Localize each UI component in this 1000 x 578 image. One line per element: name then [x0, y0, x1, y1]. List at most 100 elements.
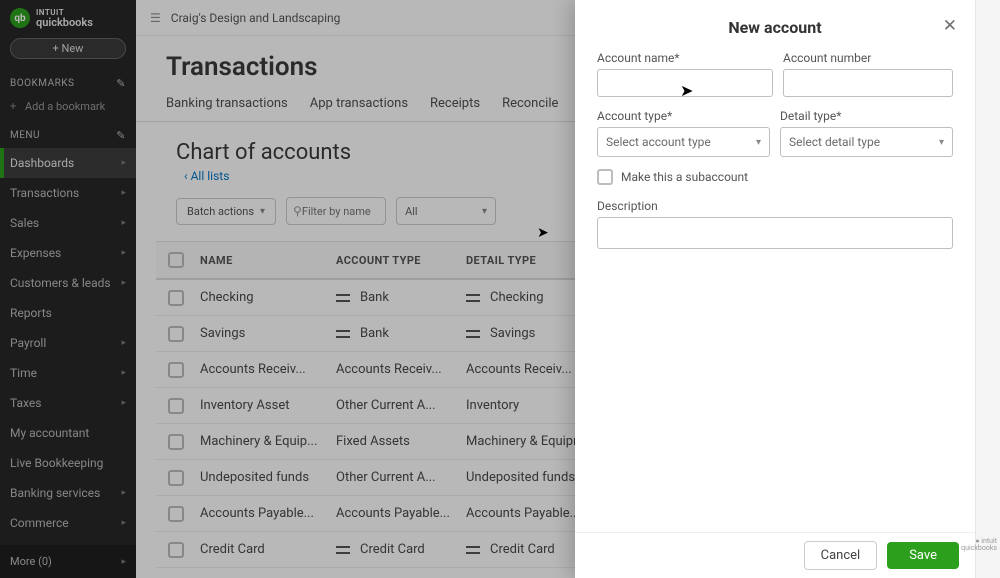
cell-name: Accounts Payable...: [196, 506, 336, 521]
sidebar-item-my-accountant[interactable]: My accountant: [0, 418, 136, 448]
row-checkbox[interactable]: [168, 506, 184, 522]
tab-reconcile[interactable]: Reconcile: [502, 96, 558, 121]
more-label: More (0): [10, 555, 52, 568]
filter-select[interactable]: All ▾: [396, 197, 496, 225]
chevron-down-icon: ▾: [482, 206, 487, 217]
menu-list: Dashboards▸Transactions▸Sales▸Expenses▸C…: [0, 148, 136, 568]
brand-text: INTUIT quickbooks: [36, 9, 93, 28]
close-icon[interactable]: ✕: [943, 16, 957, 36]
pencil-icon[interactable]: ✎: [116, 129, 126, 142]
sidebar-item-label: Sales: [10, 216, 39, 230]
row-checkbox[interactable]: [168, 470, 184, 486]
cell-name: Inventory Asset: [196, 398, 336, 413]
sidebar-item-banking-services[interactable]: Banking services▸: [0, 478, 136, 508]
collapse-icon[interactable]: ☰: [150, 11, 161, 25]
save-button[interactable]: Save: [887, 542, 959, 569]
cursor-icon: ➤: [537, 225, 549, 241]
plus-icon: +: [10, 100, 16, 113]
row-checkbox[interactable]: [168, 398, 184, 414]
menu-label: MENU: [10, 130, 40, 141]
row-checkbox[interactable]: [168, 542, 184, 558]
description-label: Description: [597, 199, 953, 213]
account-type-placeholder: Select account type: [606, 135, 711, 149]
sidebar: qb INTUIT quickbooks + New BOOKMARKS ✎ +…: [0, 0, 136, 578]
cell-name: Accounts Receiv...: [196, 362, 336, 377]
filter-label: All: [405, 205, 418, 218]
account-type-label: Account type*: [597, 109, 770, 123]
pencil-icon[interactable]: ✎: [116, 77, 126, 90]
cell-name: Undeposited funds: [196, 470, 336, 485]
cell-type: Other Current A...: [336, 470, 466, 485]
sidebar-item-taxes[interactable]: Taxes ▸: [0, 388, 136, 418]
sidebar-item-label: Time: [10, 366, 37, 380]
chevron-right-icon: ▸: [121, 218, 126, 228]
brand-line2: quickbooks: [36, 17, 93, 28]
sidebar-item-transactions[interactable]: Transactions▸: [0, 178, 136, 208]
new-button[interactable]: + New: [10, 38, 126, 59]
sidebar-item-label: Reports: [10, 306, 52, 320]
sidebar-item-label: Commerce: [10, 516, 69, 530]
row-checkbox[interactable]: [168, 290, 184, 306]
sliders-icon: [336, 328, 350, 340]
more-menu[interactable]: More (0) ▸: [0, 545, 136, 578]
sidebar-item-dashboards[interactable]: Dashboards▸: [0, 148, 136, 178]
search-icon: ⚲: [293, 204, 302, 218]
account-type-select[interactable]: Select account type ▾: [597, 127, 770, 157]
account-number-field[interactable]: [783, 69, 953, 97]
detail-type-select[interactable]: Select detail type ▾: [780, 127, 953, 157]
tab-app-transactions[interactable]: App transactions: [310, 96, 408, 121]
row-checkbox[interactable]: [168, 434, 184, 450]
cell-type: Credit Card: [336, 542, 466, 557]
subaccount-label: Make this a subaccount: [621, 170, 748, 184]
cell-type: Bank: [336, 290, 466, 305]
sidebar-item-label: My accountant: [10, 426, 89, 440]
modal-footer: Cancel Save: [575, 532, 975, 578]
sidebar-item-reports[interactable]: Reports: [0, 298, 136, 328]
cell-type: Accounts Receiv...: [336, 362, 466, 377]
cursor-icon: ➤: [680, 81, 693, 100]
detail-type-placeholder: Select detail type: [789, 135, 880, 149]
chevron-right-icon: ▸: [121, 518, 126, 528]
row-checkbox[interactable]: [168, 362, 184, 378]
bookmarks-header: BOOKMARKS ✎: [0, 71, 136, 96]
sidebar-item-label: Banking services: [10, 486, 100, 500]
sidebar-item-sales[interactable]: Sales ▸: [0, 208, 136, 238]
chevron-down-icon: ▾: [260, 206, 265, 217]
sidebar-item-customers-leads[interactable]: Customers & leads▸: [0, 268, 136, 298]
select-all-checkbox[interactable]: [168, 252, 184, 268]
batch-actions-button[interactable]: Batch actions ▾: [176, 198, 276, 225]
sidebar-item-commerce[interactable]: Commerce ▸: [0, 508, 136, 538]
sidebar-item-payroll[interactable]: Payroll▸: [0, 328, 136, 358]
all-lists-label: All lists: [191, 169, 230, 183]
cell-type: Bank: [336, 326, 466, 341]
subaccount-checkbox[interactable]: [597, 169, 613, 185]
chevron-right-icon: ▸: [121, 398, 126, 408]
sidebar-item-live-bookkeeping[interactable]: Live Bookkeeping: [0, 448, 136, 478]
modal-title: New account: [597, 18, 953, 37]
account-number-label: Account number: [783, 51, 953, 65]
tab-banking-transactions[interactable]: Banking transactions: [166, 96, 288, 121]
sidebar-item-expenses[interactable]: Expenses▸: [0, 238, 136, 268]
new-account-modal: ✕ New account Account name* Account numb…: [575, 0, 975, 578]
sliders-icon: [466, 328, 480, 340]
add-bookmark[interactable]: + Add a bookmark: [0, 96, 136, 123]
chevron-right-icon: ▸: [121, 338, 126, 348]
row-checkbox[interactable]: [168, 326, 184, 342]
header-type: ACCOUNT TYPE: [336, 254, 466, 267]
cell-name: Machinery & Equip...: [196, 434, 336, 449]
tab-receipts[interactable]: Receipts: [430, 96, 480, 121]
sidebar-item-time[interactable]: Time ▸: [0, 358, 136, 388]
chevron-right-icon: ▸: [121, 368, 126, 378]
menu-header: MENU ✎: [0, 123, 136, 148]
right-rail: [975, 0, 1000, 578]
search-input[interactable]: [302, 205, 372, 218]
sliders-icon: [466, 544, 480, 556]
qb-logo-icon: qb: [10, 8, 30, 28]
cancel-button[interactable]: Cancel: [804, 541, 878, 570]
account-name-label: Account name*: [597, 51, 773, 65]
sliders-icon: [466, 292, 480, 304]
sidebar-item-label: Taxes: [10, 396, 41, 410]
search-wrap: ⚲: [286, 197, 386, 225]
sliders-icon: [336, 292, 350, 304]
description-field[interactable]: [597, 217, 953, 249]
